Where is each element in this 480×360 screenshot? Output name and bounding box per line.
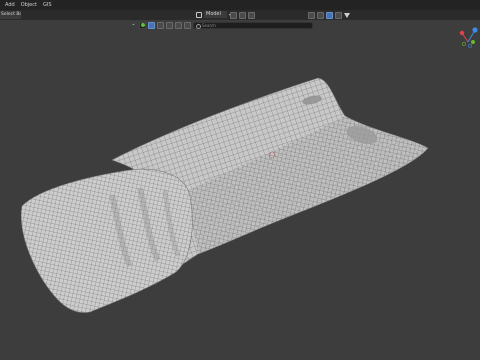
top-menubar: Add Object GIS bbox=[0, 0, 480, 10]
menu-gis[interactable]: GIS bbox=[40, 0, 55, 10]
solid-shading-icon[interactable] bbox=[335, 11, 342, 19]
select-box-dropdown[interactable]: Select Box ▾ bbox=[0, 11, 21, 19]
menu-object[interactable]: Object bbox=[18, 0, 40, 10]
transform-orientation-icon[interactable] bbox=[239, 11, 246, 19]
transform-controls bbox=[230, 10, 255, 20]
axis-neg-z-icon[interactable] bbox=[468, 44, 472, 48]
mode-label: Model bbox=[204, 11, 228, 18]
shading-controls bbox=[308, 10, 350, 20]
axis-z-icon[interactable] bbox=[472, 27, 478, 33]
mode-dropdown[interactable]: Model ▾ bbox=[196, 10, 231, 19]
axis-neg-y-icon[interactable] bbox=[462, 42, 466, 46]
viewport-shading-icon[interactable] bbox=[308, 11, 315, 19]
filter-icon[interactable] bbox=[344, 12, 350, 18]
overlay-icon[interactable] bbox=[317, 11, 324, 19]
menu-add[interactable]: Add bbox=[2, 0, 18, 10]
viewport-header: Select Box ▾ ⌄ Search Model ▾ bbox=[0, 10, 480, 29]
xray-toggle-icon[interactable] bbox=[326, 11, 333, 19]
object-mode-icon bbox=[196, 11, 202, 18]
axis-y-icon[interactable] bbox=[471, 40, 475, 44]
pivot-icon[interactable] bbox=[230, 11, 237, 19]
axis-x-icon[interactable] bbox=[459, 30, 465, 36]
mesh-object[interactable] bbox=[20, 77, 429, 313]
axis-gizmo-icon[interactable] bbox=[459, 27, 478, 48]
gizmo-toggle-icon[interactable] bbox=[248, 11, 255, 19]
3d-viewport[interactable] bbox=[0, 20, 480, 360]
